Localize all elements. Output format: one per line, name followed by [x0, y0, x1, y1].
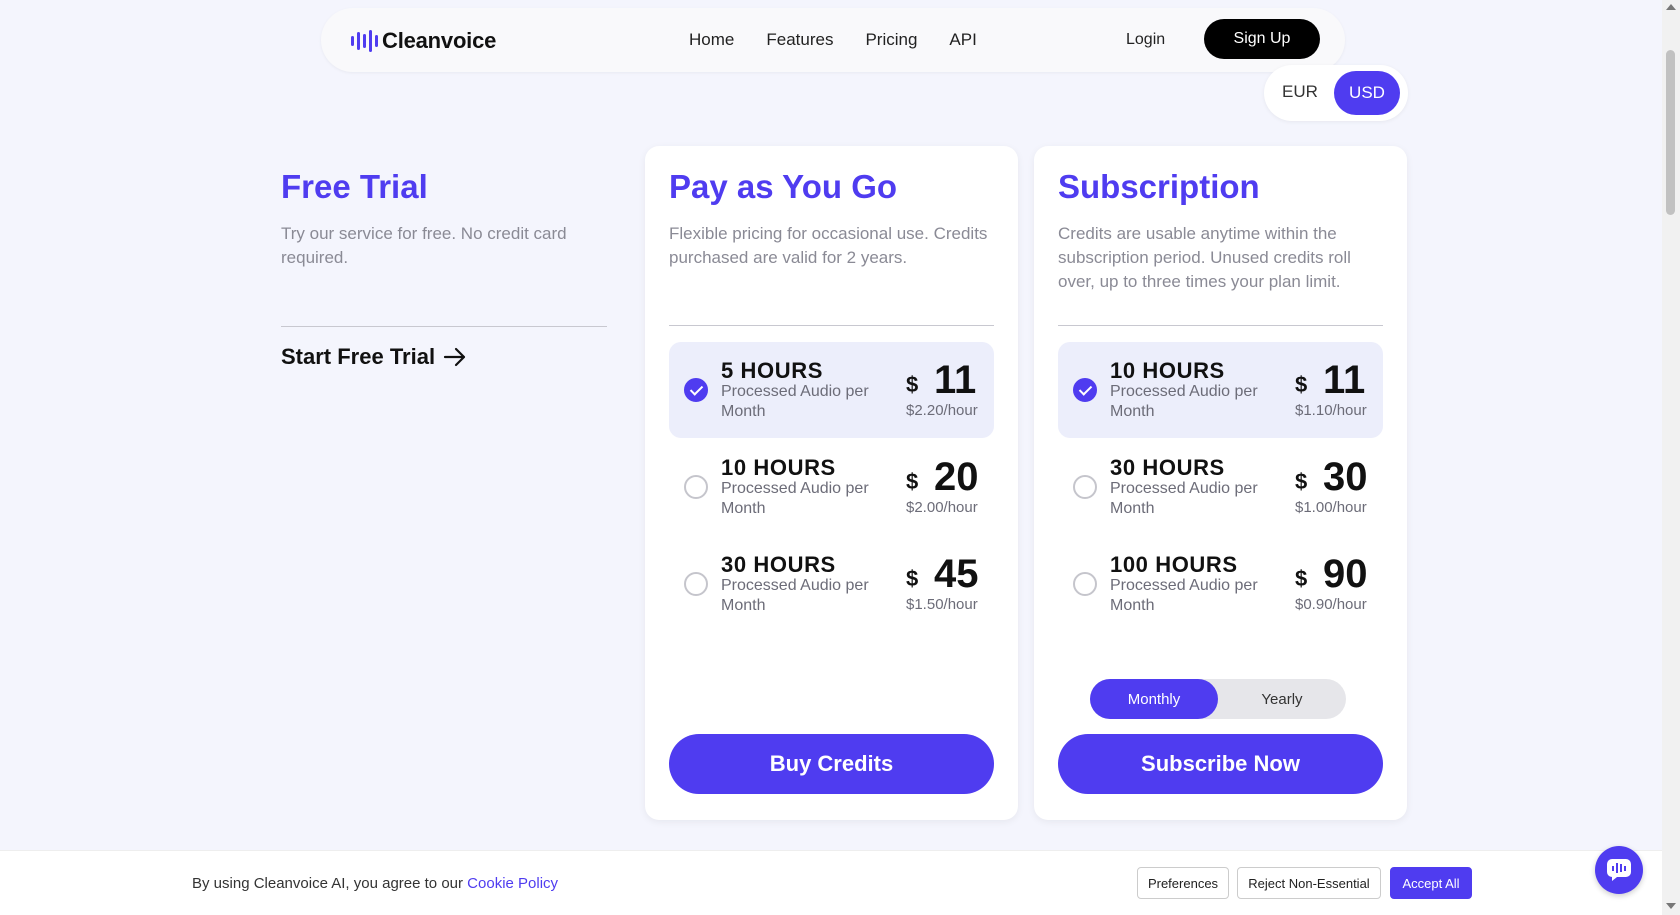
- pay-as-you-go-card: Pay as You Go Flexible pricing for occas…: [645, 146, 1018, 820]
- plan-rate: $2.00/hour: [906, 499, 978, 516]
- billing-period-toggle: Monthly Yearly: [1090, 679, 1346, 719]
- payg-plan-option[interactable]: 30 HOURS Processed Audio per Month $ 45 …: [669, 536, 994, 632]
- radio-icon: [1073, 572, 1097, 596]
- cookie-preferences-button[interactable]: Preferences: [1137, 867, 1229, 899]
- billing-monthly-option[interactable]: Monthly: [1090, 679, 1218, 719]
- divider: [669, 325, 994, 326]
- plan-hours: 100 HOURS: [1110, 552, 1238, 577]
- nav-link-pricing[interactable]: Pricing: [865, 30, 917, 50]
- plan-subtitle: Processed Audio per Month: [721, 577, 869, 614]
- cookie-reject-button[interactable]: Reject Non-Essential: [1237, 867, 1381, 899]
- nav-links: Home Features Pricing API: [689, 30, 977, 50]
- plan-rate: $1.00/hour: [1295, 499, 1367, 516]
- divider: [281, 326, 607, 327]
- cookie-banner: By using Cleanvoice AI, you agree to our…: [0, 850, 1662, 915]
- arrow-right-icon: [443, 347, 466, 367]
- plan-rate: $1.10/hour: [1295, 402, 1367, 419]
- currency-usd-option[interactable]: USD: [1334, 71, 1400, 115]
- plan-price: 11: [934, 358, 977, 402]
- nav-link-features[interactable]: Features: [766, 30, 833, 50]
- payg-description: Flexible pricing for occasional use. Cre…: [669, 224, 988, 267]
- plan-hours: 30 HOURS: [721, 552, 836, 577]
- cookie-text: By using Cleanvoice AI, you agree to our: [192, 875, 468, 892]
- nav-link-home[interactable]: Home: [689, 30, 734, 50]
- plan-subtitle: Processed Audio per Month: [721, 383, 869, 420]
- radio-icon: [684, 475, 708, 499]
- subscription-plan-option[interactable]: 10 HOURS Processed Audio per Month $ 11 …: [1058, 342, 1383, 438]
- plan-price: 90: [1323, 552, 1368, 596]
- currency-toggle: EUR USD: [1264, 65, 1408, 121]
- plan-rate: $2.20/hour: [906, 402, 978, 419]
- nav-link-api[interactable]: API: [949, 30, 976, 50]
- subscription-card: Subscription Credits are usable anytime …: [1034, 146, 1407, 820]
- plan-currency: $: [906, 469, 919, 494]
- plan-price: 30: [1323, 455, 1368, 499]
- payg-plan-option[interactable]: 10 HOURS Processed Audio per Month $ 20 …: [669, 439, 994, 535]
- billing-yearly-option[interactable]: Yearly: [1218, 679, 1346, 719]
- scroll-down-icon[interactable]: [1666, 903, 1676, 909]
- subscription-plan-option[interactable]: 30 HOURS Processed Audio per Month $ 30 …: [1058, 439, 1383, 535]
- payg-title: Pay as You Go: [669, 168, 898, 205]
- waveform-logo-icon: [351, 29, 378, 53]
- check-icon: [1073, 378, 1097, 402]
- plan-subtitle: Processed Audio per Month: [721, 480, 869, 517]
- free-trial-section: Free Trial Try our service for free. No …: [281, 168, 607, 369]
- buy-credits-button[interactable]: Buy Credits: [669, 734, 994, 794]
- free-trial-description: Try our service for free. No credit card…: [281, 224, 567, 267]
- top-navigation: Cleanvoice Home Features Pricing API Log…: [321, 8, 1345, 72]
- plan-price: 45: [934, 552, 979, 596]
- plan-subtitle: Processed Audio per Month: [1110, 383, 1258, 420]
- check-icon: [684, 378, 708, 402]
- subscription-description: Credits are usable anytime within the su…: [1058, 224, 1351, 291]
- plan-hours: 5 HOURS: [721, 358, 823, 383]
- signup-button[interactable]: Sign Up: [1204, 19, 1320, 59]
- logo-text: Cleanvoice: [382, 28, 497, 53]
- cookie-policy-link[interactable]: Cookie Policy: [467, 875, 558, 892]
- plan-rate: $0.90/hour: [1295, 596, 1367, 613]
- free-trial-title: Free Trial: [281, 168, 428, 205]
- divider: [1058, 325, 1383, 326]
- subscription-plan-option[interactable]: 100 HOURS Processed Audio per Month $ 90…: [1058, 536, 1383, 632]
- payg-plan-option[interactable]: 5 HOURS Processed Audio per Month $ 11 $…: [669, 342, 994, 438]
- currency-eur-option[interactable]: EUR: [1282, 82, 1318, 102]
- plan-currency: $: [1295, 469, 1308, 494]
- cookie-accept-button[interactable]: Accept All: [1390, 867, 1472, 899]
- plan-currency: $: [906, 566, 919, 591]
- plan-currency: $: [1295, 566, 1308, 591]
- start-free-trial-label: Start Free Trial: [281, 344, 436, 369]
- plan-currency: $: [906, 372, 919, 397]
- plan-subtitle: Processed Audio per Month: [1110, 480, 1258, 517]
- chat-bubble-icon: [1607, 859, 1631, 881]
- plan-rate: $1.50/hour: [906, 596, 978, 613]
- scroll-up-icon[interactable]: [1666, 4, 1676, 10]
- subscription-title: Subscription: [1058, 168, 1260, 205]
- login-link[interactable]: Login: [1126, 31, 1165, 49]
- logo[interactable]: Cleanvoice: [351, 28, 496, 54]
- plan-hours: 10 HOURS: [721, 455, 836, 480]
- chat-widget-button[interactable]: [1595, 846, 1643, 894]
- subscribe-now-button[interactable]: Subscribe Now: [1058, 734, 1383, 794]
- start-free-trial-link[interactable]: Start Free Trial: [281, 344, 467, 370]
- plan-currency: $: [1295, 372, 1308, 397]
- plan-price: 11: [1323, 358, 1366, 402]
- cookie-message: By using Cleanvoice AI, you agree to our…: [192, 875, 558, 892]
- plan-price: 20: [934, 455, 979, 499]
- radio-icon: [1073, 475, 1097, 499]
- plan-hours: 30 HOURS: [1110, 455, 1225, 480]
- page-scrollbar[interactable]: [1662, 0, 1680, 915]
- radio-icon: [684, 572, 708, 596]
- scrollbar-thumb[interactable]: [1666, 50, 1675, 215]
- plan-subtitle: Processed Audio per Month: [1110, 577, 1258, 614]
- plan-hours: 10 HOURS: [1110, 358, 1225, 383]
